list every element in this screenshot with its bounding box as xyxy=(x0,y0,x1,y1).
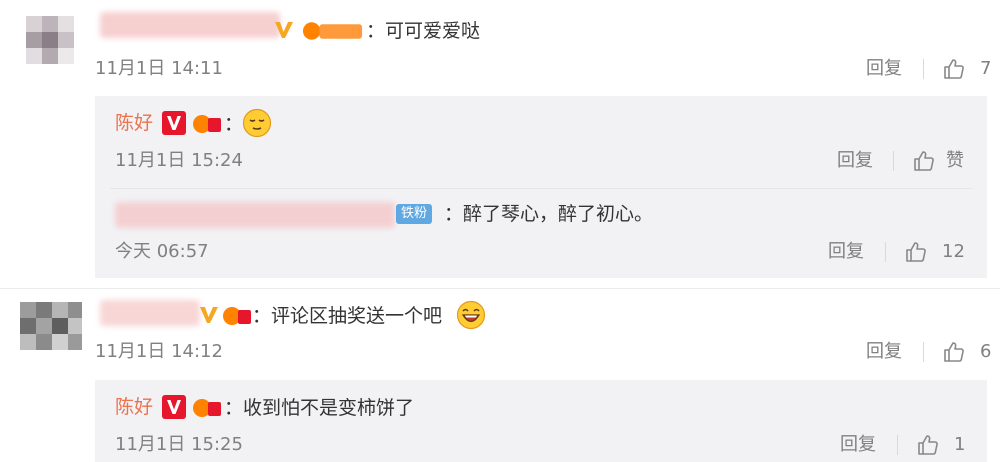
thumbs-up-icon xyxy=(906,242,926,262)
reply-button[interactable]: 回复 xyxy=(840,434,876,456)
colon: ： xyxy=(224,397,244,419)
reply-button[interactable]: 回复 xyxy=(866,58,902,80)
like-button[interactable]: 1 xyxy=(916,433,965,457)
verified-v-icon xyxy=(162,395,186,419)
like-count: 1 xyxy=(954,434,966,455)
reply-button[interactable]: 回复 xyxy=(828,241,864,263)
username-blurred[interactable] xyxy=(100,300,200,326)
reply-username[interactable]: 陈好 xyxy=(115,394,153,420)
like-count: 7 xyxy=(980,58,992,79)
timestamp: 11月1日 14:11 xyxy=(95,58,223,79)
laughing-face-emoji xyxy=(456,300,486,330)
fan-level-icon xyxy=(193,399,221,417)
timestamp: 11月1日 14:12 xyxy=(95,341,223,362)
verified-v-icon xyxy=(162,111,186,135)
reply-button[interactable]: 回复 xyxy=(837,150,873,172)
divider xyxy=(923,342,924,362)
timestamp: 11月1日 15:24 xyxy=(115,150,243,171)
thumbs-up-icon xyxy=(918,435,938,455)
comment-text: 评论区抽奖送一个吧 xyxy=(271,305,443,327)
divider xyxy=(893,151,894,171)
comment-text: 可可爱爱哒 xyxy=(385,20,481,42)
verified-v-icon xyxy=(275,22,293,38)
timestamp: 今天 06:57 xyxy=(115,241,209,262)
avatar[interactable] xyxy=(20,300,82,360)
colon: ： xyxy=(444,203,464,225)
reply-button[interactable]: 回复 xyxy=(866,341,902,363)
thumbs-up-icon xyxy=(944,342,964,362)
divider xyxy=(923,59,924,79)
thumbs-up-icon xyxy=(914,151,934,171)
like-count: 6 xyxy=(980,341,992,362)
colon: ： xyxy=(224,113,244,135)
like-count: 12 xyxy=(942,241,965,262)
thumbs-up-icon xyxy=(944,59,964,79)
colon: ： xyxy=(252,305,272,327)
username-blurred[interactable] xyxy=(100,12,280,38)
divider xyxy=(885,242,886,262)
fan-level-icon xyxy=(302,22,363,40)
fan-level-icon xyxy=(193,115,221,133)
like-button[interactable]: 7 xyxy=(942,57,991,81)
fan-badge: 铁粉 xyxy=(396,204,433,224)
like-button[interactable]: 赞 xyxy=(912,149,964,173)
avatar[interactable] xyxy=(20,12,82,72)
divider xyxy=(110,188,972,189)
fan-level-icon xyxy=(223,307,251,325)
like-button[interactable]: 6 xyxy=(942,340,991,364)
comment-divider xyxy=(0,288,1000,289)
timestamp: 11月1日 15:25 xyxy=(115,434,243,455)
comment-text: 收到怕不是变柿饼了 xyxy=(243,397,415,419)
like-label: 赞 xyxy=(946,150,964,171)
like-button[interactable]: 12 xyxy=(904,240,965,264)
verified-v-icon xyxy=(200,307,218,323)
divider xyxy=(897,435,898,455)
reply-username[interactable]: 陈好 xyxy=(115,110,153,136)
colon: ： xyxy=(366,20,386,42)
relieved-face-emoji xyxy=(242,108,272,138)
username-blurred[interactable] xyxy=(115,202,395,228)
comment-text: 醉了琴心，醉了初心。 xyxy=(463,203,654,225)
